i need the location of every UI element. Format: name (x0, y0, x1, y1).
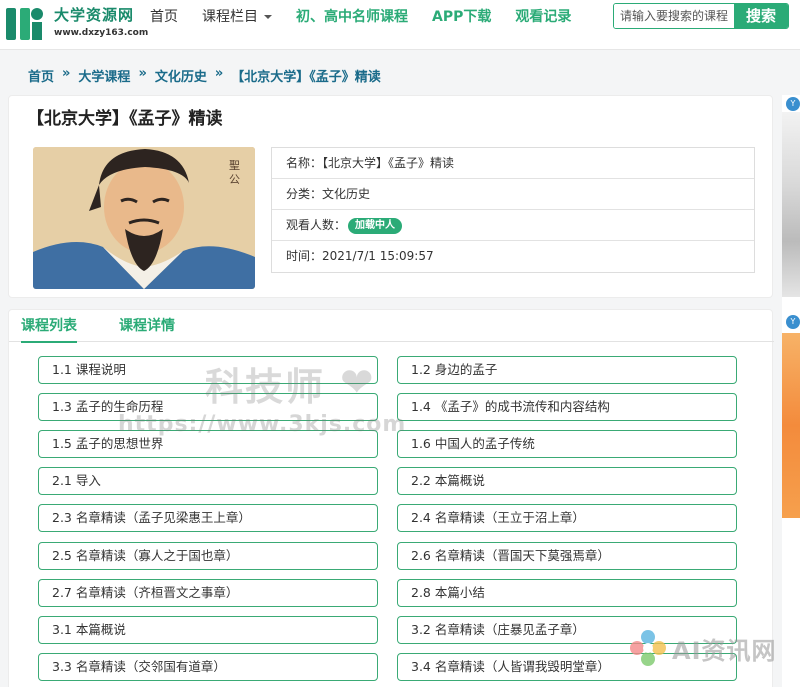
top-header: 大学资源网 www.dxzy163.com 首页 课程栏目 初、高中名师课程 A… (0, 0, 800, 50)
sidebar-badge-icon: Y (786, 315, 800, 329)
sidebar-ad-image[interactable] (782, 112, 800, 297)
logo-url: www.dxzy163.com (54, 28, 149, 38)
info-row-time: 时间：2021/7/1 15:09:57 (272, 241, 754, 272)
lesson-item[interactable]: 1.4 《孟子》的成书流传和内容结构 (397, 393, 737, 422)
lesson-item[interactable]: 2.8 本篇小结 (397, 578, 737, 607)
lesson-item[interactable]: 2.3 名章精读（孟子见梁惠王上章） (38, 504, 378, 533)
logo-title: 大学资源网 (54, 6, 135, 24)
page-title: 【北京大学】《孟子》精读 (27, 109, 223, 129)
ai-news-badge: AI资讯网 (628, 628, 780, 668)
lesson-item[interactable]: 2.2 本篇概说 (397, 467, 737, 496)
breadcrumb-separator: » (214, 66, 224, 81)
category-value: 文化历史 (322, 187, 371, 201)
watermark-text: 科技师 (205, 365, 326, 409)
breadcrumb-category[interactable]: 文化历史 (155, 66, 207, 85)
tab-course-list[interactable]: 课程列表 (21, 315, 77, 343)
sidebar-ad-image[interactable] (782, 333, 800, 518)
name-value: 【北京大学】《孟子》精读 (322, 156, 455, 170)
lesson-item[interactable]: 3.1 本篇概说 (38, 615, 378, 644)
lesson-item[interactable]: 2.7 名章精读（齐桓晋文之事章） (38, 578, 378, 607)
course-info-card: 【北京大学】《孟子》精读 聖 公 名称：【北京大学】《孟子》精读 分类：文化历史… (8, 95, 773, 298)
search-button[interactable]: 搜索 (734, 4, 788, 28)
nav-home[interactable]: 首页 (150, 6, 178, 26)
lesson-item[interactable]: 2.1 导入 (38, 467, 378, 496)
lesson-item[interactable]: 1.6 中国人的孟子传统 (397, 430, 737, 459)
course-info-table: 名称：【北京大学】《孟子》精读 分类：文化历史 观看人数： 加载中人 时间：202… (271, 147, 755, 273)
portrait-illustration: 聖 公 (33, 147, 255, 289)
nav-columns-label: 课程栏目 (202, 9, 258, 25)
lesson-item[interactable]: 2.6 名章精读（晋国天下莫强焉章） (397, 541, 737, 570)
chevron-down-icon (264, 15, 272, 19)
svg-text:公: 公 (229, 173, 240, 186)
breadcrumb-home[interactable]: 首页 (28, 66, 54, 85)
nav-columns[interactable]: 课程栏目 (202, 6, 272, 26)
time-label: 时间： (286, 249, 323, 263)
breadcrumb: 首页 » 大学课程 » 文化历史 » 【北京大学】《孟子》精读 (28, 66, 389, 85)
name-label: 名称： (286, 156, 323, 170)
search-input[interactable] (614, 4, 736, 28)
heart-icon: ❤ (340, 360, 374, 406)
info-row-category: 分类：文化历史 (272, 179, 754, 210)
tab-course-detail[interactable]: 课程详情 (119, 315, 175, 341)
lesson-item[interactable]: 1.2 身边的孟子 (397, 356, 737, 384)
site-logo[interactable]: 大学资源网 www.dxzy163.com (4, 2, 148, 44)
search-box: 搜索 (613, 3, 789, 29)
info-row-name: 名称：【北京大学】《孟子》精读 (272, 148, 754, 179)
views-label: 观看人数： (286, 218, 347, 232)
nav-teachers[interactable]: 初、高中名师课程 (296, 6, 408, 26)
main-nav: 首页 课程栏目 初、高中名师课程 APP下载 观看记录 (150, 0, 595, 32)
watermark-url: https://www.3kjs.com (118, 412, 407, 437)
course-cover-image: 聖 公 (33, 147, 255, 289)
tab-bar: 课程列表 课程详情 (9, 310, 774, 343)
lesson-item[interactable]: 3.3 名章精读（交邻国有道章） (38, 652, 378, 681)
category-label: 分类： (286, 187, 323, 201)
nav-history[interactable]: 观看记录 (515, 6, 571, 26)
svg-text:聖: 聖 (229, 159, 240, 172)
lesson-item[interactable]: 2.4 名章精读（王立于沼上章） (397, 504, 737, 533)
nav-app-download[interactable]: APP下载 (432, 6, 491, 26)
logo-icon (6, 8, 43, 40)
flower-logo-icon (630, 630, 666, 666)
sidebar-badge-icon: Y (786, 97, 800, 111)
ai-badge-text: AI资讯网 (672, 636, 777, 665)
lesson-item[interactable]: 2.5 名章精读（寡人之于国也章） (38, 541, 378, 570)
breadcrumb-current[interactable]: 【北京大学】《孟子》精读 (231, 66, 381, 85)
views-badge: 加载中人 (348, 217, 403, 234)
breadcrumb-university[interactable]: 大学课程 (78, 66, 130, 85)
info-row-views: 观看人数： 加载中人 (272, 210, 754, 241)
breadcrumb-separator: » (138, 66, 147, 81)
breadcrumb-separator: » (62, 66, 71, 81)
time-value: 2021/7/1 15:09:57 (322, 249, 434, 263)
